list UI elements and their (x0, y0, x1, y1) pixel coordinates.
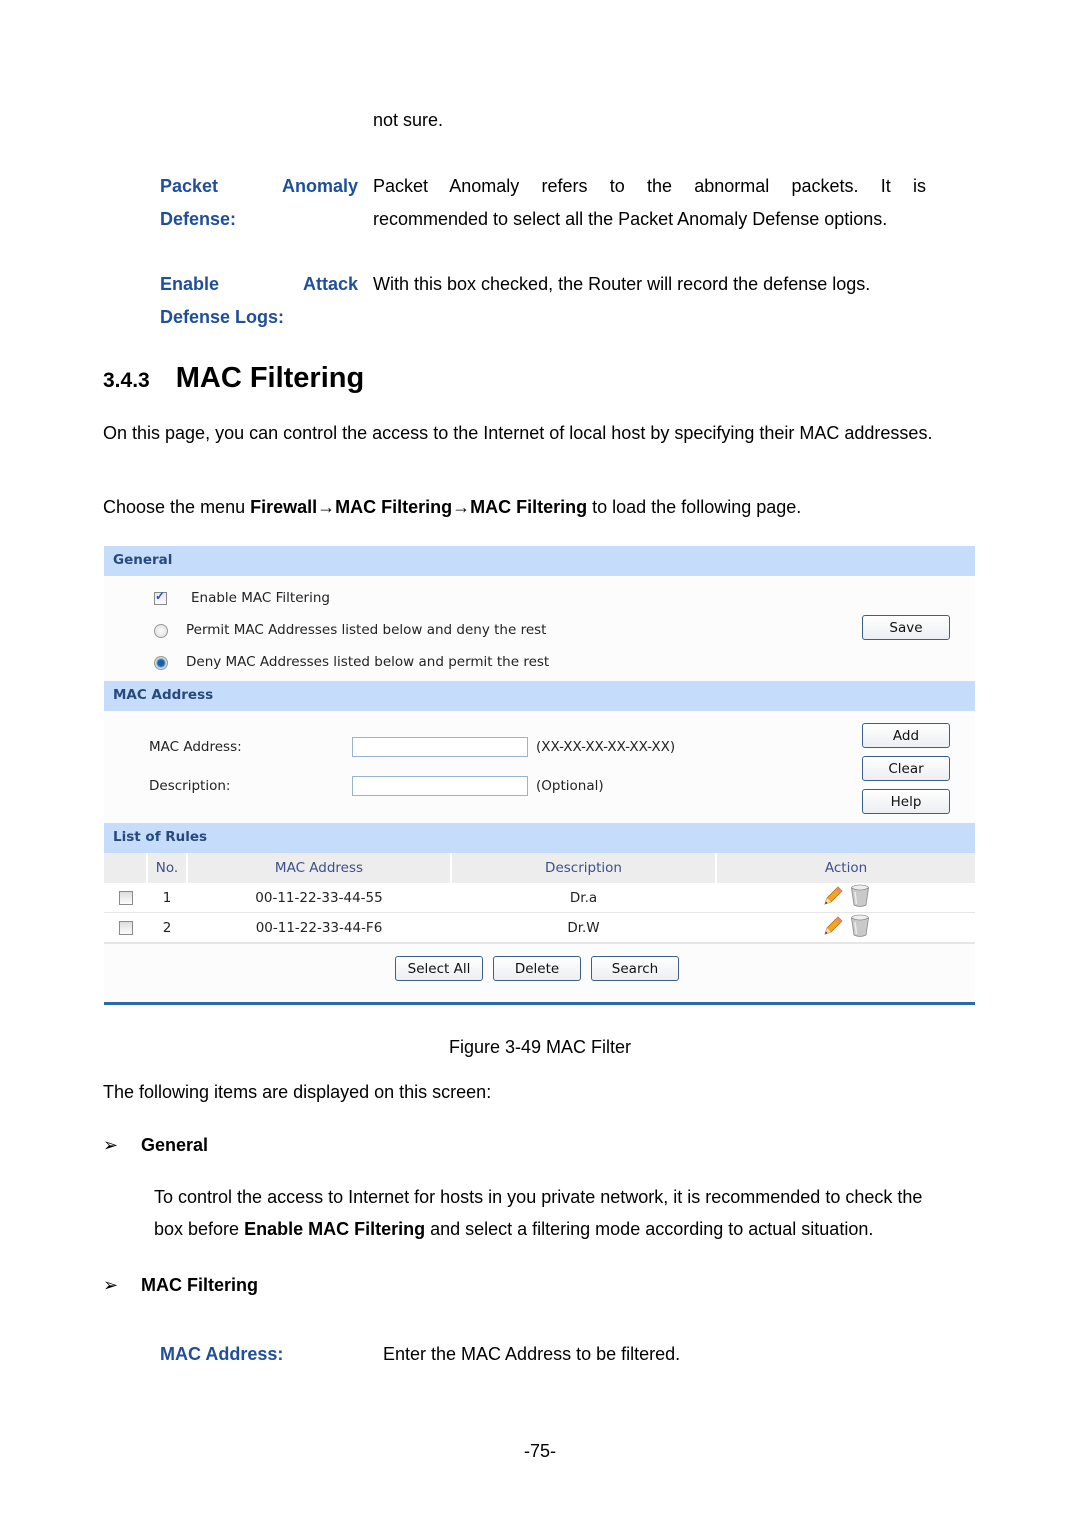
term-packet-anomaly-defense: Packet Anomaly Defense: (160, 170, 358, 236)
permit-mode-radio[interactable] (154, 624, 168, 638)
bullet-arrow-icon: ➢ (103, 1135, 119, 1155)
term-word: Anomaly (281, 176, 358, 196)
general-heading: General (141, 1135, 209, 1155)
general-text-suffix: and select a filtering mode according to… (425, 1219, 874, 1239)
add-button[interactable]: Add (862, 723, 950, 748)
description-input[interactable] (352, 776, 528, 796)
section-title: MAC Filtering (175, 362, 365, 394)
enable-mac-filtering-checkbox[interactable] (154, 589, 167, 605)
col-mac-address: MAC Address (187, 853, 452, 883)
col-description: Description (451, 853, 717, 883)
items-lead: The following items are displayed on thi… (103, 1082, 492, 1102)
permit-mode-label: Permit MAC Addresses listed below and de… (186, 622, 547, 638)
mac-filter-figure: General Enable MAC Filtering Permit MAC … (104, 546, 975, 1006)
rules-table: No. MAC Address Description Action 1 00-… (104, 853, 975, 944)
row-mac: 00-11-22-33-44-55 (187, 883, 451, 913)
col-action: Action (716, 853, 975, 883)
mac-address-hint: (XX-XX-XX-XX-XX-XX) (536, 739, 676, 755)
description-hint: (Optional) (536, 778, 604, 794)
desc-line: With this box checked, the Router will r… (373, 274, 871, 294)
clear-button[interactable]: Clear (862, 756, 950, 781)
save-button[interactable]: Save (862, 615, 950, 640)
row-description: Dr.W (451, 912, 716, 944)
table-row: 2 00-11-22-33-44-F6 Dr.W (104, 912, 975, 944)
intro-fragment: not sure. (373, 110, 444, 130)
rules-table-header: No. MAC Address Description Action (104, 853, 975, 883)
row-mac: 00-11-22-33-44-F6 (187, 912, 451, 944)
desc-mac-address: Enter the MAC Address to be filtered. (383, 1344, 681, 1364)
general-text-line: To control the access to Internet for ho… (154, 1187, 923, 1207)
deny-mode-label: Deny MAC Addresses listed below and perm… (186, 654, 550, 670)
mac-address-title: MAC Address (113, 687, 214, 703)
section-number: 3.4.3 (103, 369, 150, 392)
general-section-header: General (104, 546, 975, 576)
mac-address-input[interactable] (352, 737, 528, 757)
mac-filtering-heading: MAC Filtering (141, 1275, 258, 1295)
term-word: Defense Logs: (160, 307, 285, 327)
general-text-bold: Enable MAC Filtering (244, 1219, 426, 1239)
term-word: Enable (160, 274, 220, 294)
edit-pencil-icon[interactable] (822, 885, 844, 907)
description-label: Description: (149, 778, 231, 794)
mac-address-section-header: MAC Address (104, 681, 975, 711)
figure-caption: Figure 3-49 MAC Filter (448, 1037, 632, 1057)
deny-mode-radio[interactable] (154, 656, 168, 670)
menu-path: Firewall→MAC Filtering→MAC Filtering (250, 497, 588, 517)
table-row: 1 00-11-22-33-44-55 Dr.a (104, 883, 975, 913)
desc-enable-attack-defense-logs: With this box checked, the Router will r… (373, 268, 926, 301)
row-no: 1 (147, 883, 187, 913)
delete-trash-icon[interactable] (850, 884, 870, 908)
general-description: To control the access to Internet for ho… (154, 1181, 964, 1245)
delete-button[interactable]: Delete (493, 956, 581, 981)
term-mac-address: MAC Address: (160, 1344, 284, 1364)
select-all-button[interactable]: Select All (395, 956, 483, 981)
desc-packet-anomaly-defense: Packet Anomaly refers to the abnormal pa… (373, 170, 926, 236)
row-description: Dr.a (451, 883, 716, 913)
general-text-prefix: box before (154, 1219, 245, 1239)
list-of-rules-title: List of Rules (113, 829, 208, 845)
mac-address-label: MAC Address: (149, 739, 242, 755)
bullet-arrow-icon: ➢ (103, 1275, 119, 1295)
col-no: No. (147, 853, 188, 883)
general-bullet: ➢ General (103, 1135, 208, 1156)
section-intro: On this page, you can control the access… (103, 423, 933, 443)
section-heading: 3.4.3 MAC Filtering (103, 362, 364, 395)
edit-pencil-icon[interactable] (822, 915, 844, 937)
term-enable-attack-defense-logs: Enable Attack Defense Logs: (160, 268, 358, 334)
col-select (104, 853, 148, 883)
list-of-rules-section-header: List of Rules (104, 823, 975, 853)
page-number: -75- (523, 1441, 556, 1461)
help-button[interactable]: Help (862, 789, 950, 814)
enable-mac-filtering-label: Enable MAC Filtering (191, 590, 330, 606)
delete-trash-icon[interactable] (850, 914, 870, 938)
menu-suffix: to load the following page. (587, 497, 802, 517)
term-word: Packet (160, 176, 219, 196)
row-no: 2 (147, 912, 187, 944)
term-word: Defense: (160, 209, 237, 229)
menu-prefix: Choose the menu (103, 497, 251, 517)
row-select-checkbox[interactable] (118, 890, 133, 905)
figure-bottom-rule (104, 1002, 975, 1005)
desc-line: Packet Anomaly refers to the abnormal pa… (373, 176, 926, 196)
term-word: Attack (302, 274, 358, 294)
general-title: General (113, 552, 173, 568)
row-select-checkbox[interactable] (118, 920, 133, 935)
mac-filtering-bullet: ➢ MAC Filtering (103, 1275, 258, 1296)
desc-line: recommended to select all the Packet Ano… (373, 209, 888, 229)
menu-instruction: Choose the menu Firewall→MAC Filtering→M… (103, 491, 801, 523)
search-button[interactable]: Search (591, 956, 679, 981)
